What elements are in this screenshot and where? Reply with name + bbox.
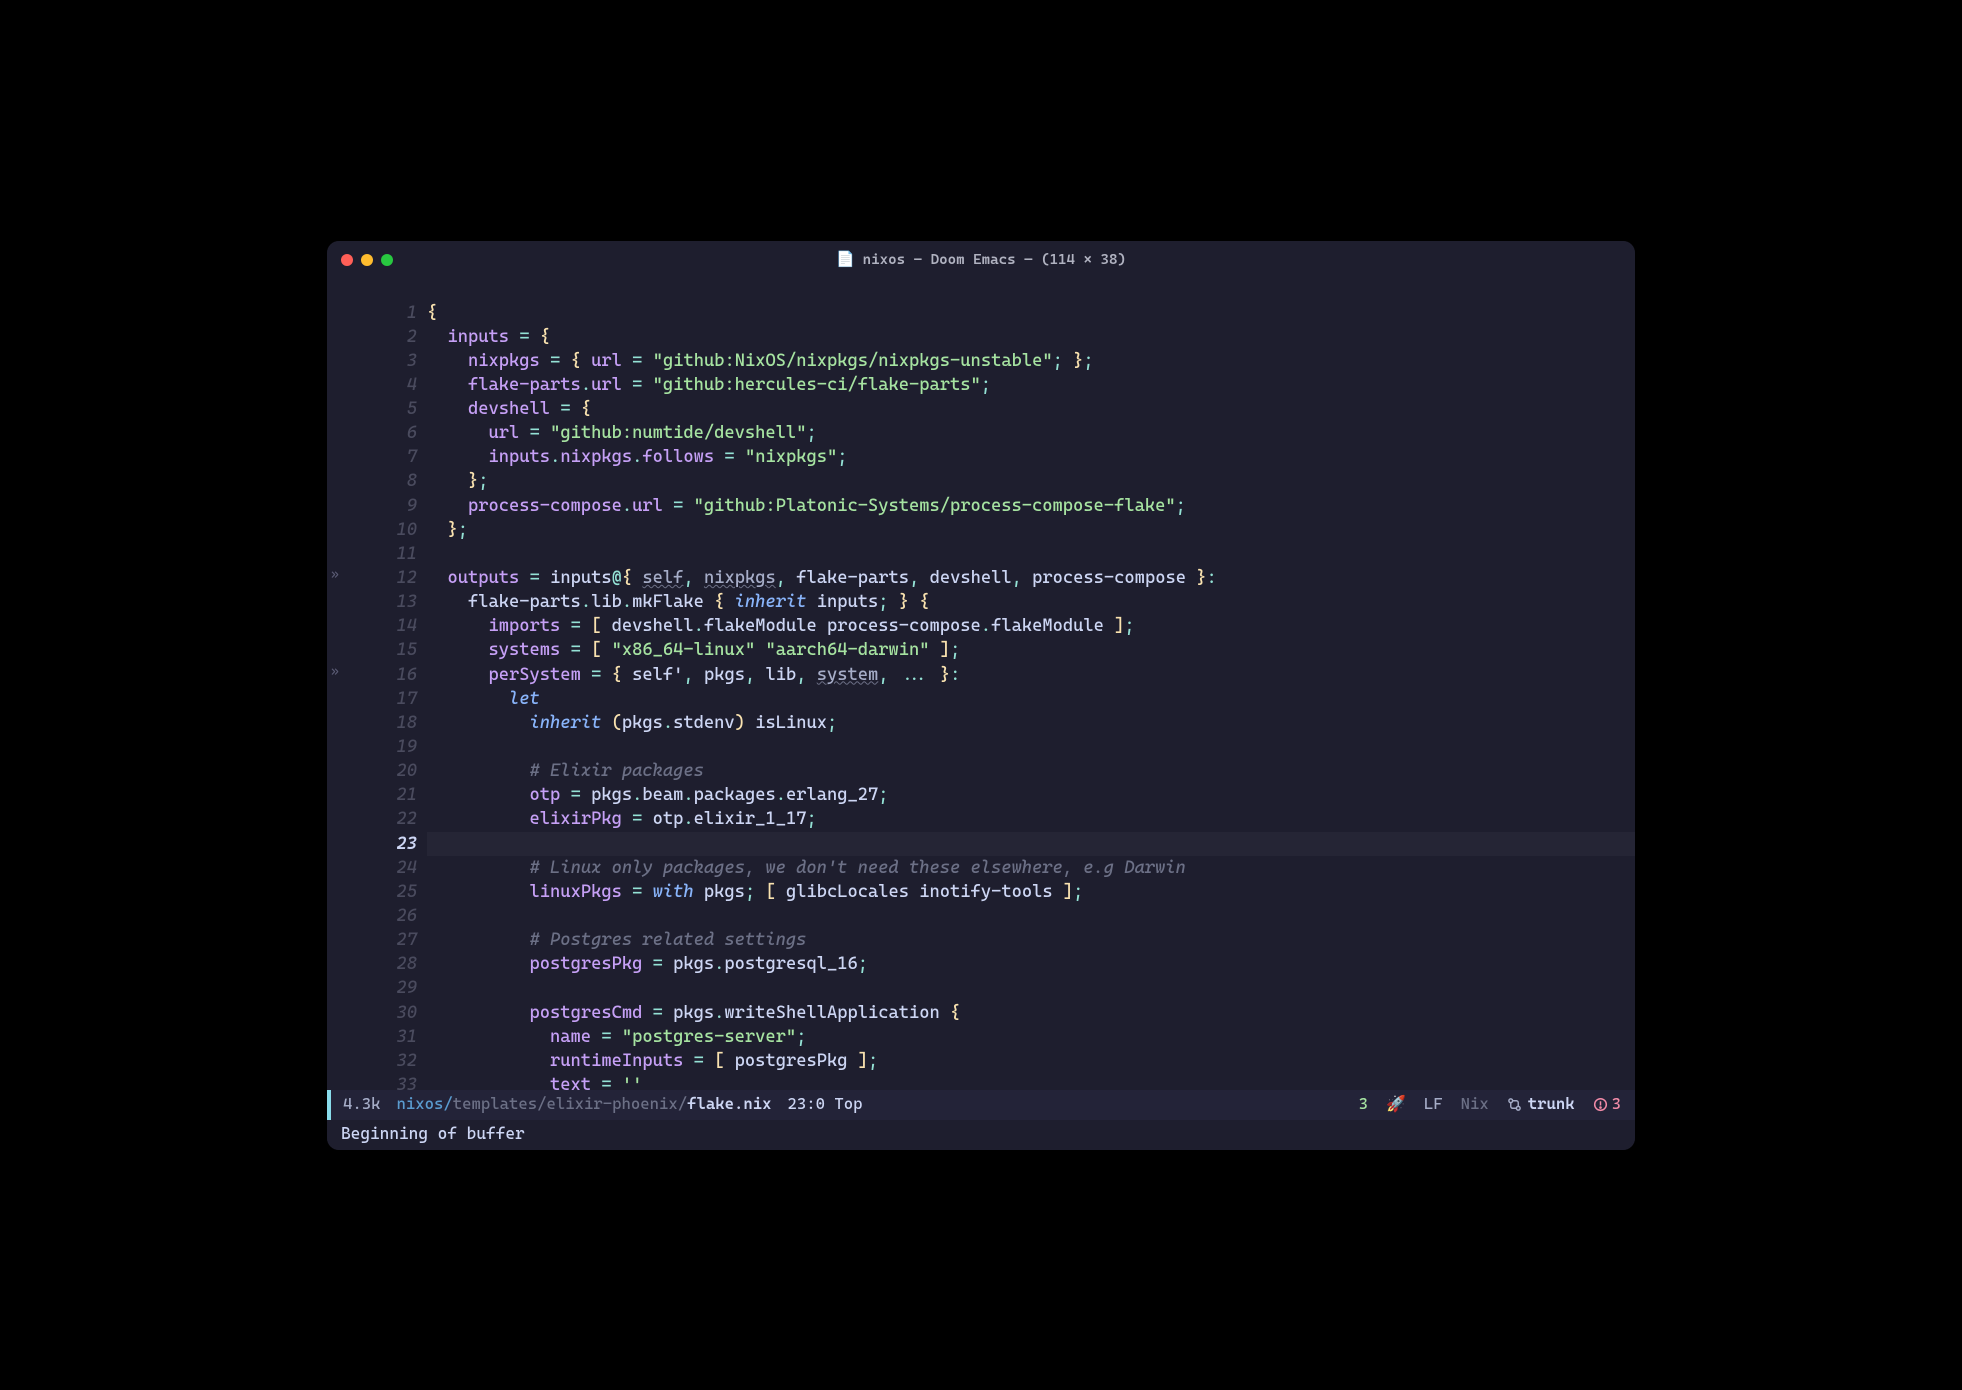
line-number: 5 [327, 397, 417, 421]
code-line[interactable]: flake-parts.url = "github:hercules-ci/fl… [427, 373, 1635, 397]
code-line[interactable]: url = "github:numtide/devshell"; [427, 421, 1635, 445]
modeline-right: 3 🚀 LF Nix trunk 3 [1359, 1093, 1635, 1115]
code-line[interactable]: text = '' [427, 1073, 1635, 1090]
code-line[interactable]: { [427, 301, 1635, 325]
line-number: 17 [327, 687, 417, 711]
line-number: 25 [327, 880, 417, 904]
code-line[interactable]: flake-parts.lib.mkFlake { inherit inputs… [427, 590, 1635, 614]
encoding: LF [1424, 1093, 1443, 1115]
line-number: 13 [327, 590, 417, 614]
code-line[interactable]: otp = pkgs.beam.packages.erlang_27; [427, 783, 1635, 807]
line-number: 3 [327, 349, 417, 373]
buffer-size: 4.3k [343, 1093, 381, 1115]
line-number: 27 [327, 928, 417, 952]
code-line[interactable]: outputs = inputs@{ self, nixpkgs, flake-… [427, 566, 1635, 590]
window-title: 📄 nixos – Doom Emacs — (114 × 38) [836, 249, 1126, 270]
code-line[interactable]: }; [427, 518, 1635, 542]
line-number: 23 [327, 832, 417, 856]
line-number: 1 [327, 301, 417, 325]
code-line[interactable]: # Linux only packages, we don't need the… [427, 856, 1635, 880]
code-line[interactable]: inputs.nixpkgs.follows = "nixpkgs"; [427, 445, 1635, 469]
code-line[interactable] [427, 976, 1635, 1000]
line-number: 22 [327, 807, 417, 831]
line-number: 8 [327, 469, 417, 493]
line-number: 7 [327, 445, 417, 469]
editor-window: 📄 nixos – Doom Emacs — (114 × 38) 1 2 3 … [327, 241, 1635, 1150]
line-number: 15 [327, 638, 417, 662]
line-number: 2 [327, 325, 417, 349]
code-line[interactable] [427, 735, 1635, 759]
error-icon [1593, 1097, 1608, 1112]
vc-branch: trunk [1507, 1093, 1575, 1115]
line-number: »12 [327, 566, 417, 590]
code-content[interactable]: { inputs = { nixpkgs = { url = "github:N… [427, 301, 1635, 1090]
code-line[interactable]: }; [427, 469, 1635, 493]
code-line[interactable]: let [427, 687, 1635, 711]
line-number: 20 [327, 759, 417, 783]
code-line[interactable]: name = "postgres-server"; [427, 1025, 1635, 1049]
code-line[interactable]: devshell = { [427, 397, 1635, 421]
fold-indicator-icon[interactable]: » [331, 663, 339, 681]
code-line[interactable]: nixpkgs = { url = "github:NixOS/nixpkgs/… [427, 349, 1635, 373]
rocket-icon: 🚀 [1386, 1093, 1406, 1115]
fold-indicator-icon[interactable]: » [331, 566, 339, 584]
line-number: 11 [327, 542, 417, 566]
title-text: nixos – Doom Emacs — (114 × 38) [863, 250, 1126, 270]
code-line[interactable] [427, 904, 1635, 928]
code-line[interactable]: # Elixir packages [427, 759, 1635, 783]
echo-area: Beginning of buffer [327, 1120, 1635, 1150]
code-line[interactable]: inputs = { [427, 325, 1635, 349]
code-line[interactable]: systems = [ "x86_64-linux" "aarch64-darw… [427, 638, 1635, 662]
line-number: 21 [327, 783, 417, 807]
code-line[interactable]: # Postgres related settings [427, 928, 1635, 952]
line-number: 19 [327, 735, 417, 759]
code-line[interactable]: postgresCmd = pkgs.writeShellApplication… [427, 1001, 1635, 1025]
modeline-accent-bar [327, 1090, 331, 1120]
major-mode: Nix [1461, 1093, 1489, 1115]
line-number: 6 [327, 421, 417, 445]
line-number: 28 [327, 952, 417, 976]
error-count: 3 [1593, 1093, 1621, 1115]
code-line[interactable]: process-compose.url = "github:Platonic-S… [427, 494, 1635, 518]
code-line[interactable]: perSystem = { self', pkgs, lib, system, … [427, 663, 1635, 687]
cursor-position: 23:0 Top [788, 1093, 863, 1115]
editor-area[interactable]: 1 2 3 4 5 6 7 8 91011»12131415»161718192… [327, 279, 1635, 1090]
code-line[interactable]: linuxPkgs = with pkgs; [ glibcLocales in… [427, 880, 1635, 904]
line-number: 18 [327, 711, 417, 735]
line-number: 24 [327, 856, 417, 880]
code-line[interactable]: elixirPkg = otp.elixir_1_17; [427, 807, 1635, 831]
line-number: 4 [327, 373, 417, 397]
titlebar: 📄 nixos – Doom Emacs — (114 × 38) [327, 241, 1635, 279]
file-icon: 📄 [836, 249, 855, 270]
git-compare-icon [1507, 1097, 1522, 1112]
close-icon[interactable] [341, 254, 353, 266]
minimize-icon[interactable] [361, 254, 373, 266]
zoom-icon[interactable] [381, 254, 393, 266]
line-number: »16 [327, 663, 417, 687]
line-number: 9 [327, 494, 417, 518]
line-number: 26 [327, 904, 417, 928]
code-line[interactable]: imports = [ devshell.flakeModule process… [427, 614, 1635, 638]
line-number: 32 [327, 1049, 417, 1073]
code-line[interactable] [427, 832, 1635, 856]
code-line[interactable] [427, 542, 1635, 566]
line-number-gutter: 1 2 3 4 5 6 7 8 91011»12131415»161718192… [327, 301, 427, 1090]
line-number: 30 [327, 1001, 417, 1025]
line-number: 31 [327, 1025, 417, 1049]
traffic-lights [341, 254, 393, 266]
line-number: 14 [327, 614, 417, 638]
modeline: 4.3k nixos/templates/elixir-phoenix/flak… [327, 1090, 1635, 1120]
code-line[interactable]: runtimeInputs = [ postgresPkg ]; [427, 1049, 1635, 1073]
line-number: 29 [327, 976, 417, 1000]
code-line[interactable]: inherit (pkgs.stdenv) isLinux; [427, 711, 1635, 735]
line-number: 33 [327, 1073, 417, 1090]
lsp-count: 3 [1359, 1093, 1368, 1115]
buffer-path: nixos/templates/elixir-phoenix/flake.nix [397, 1093, 772, 1115]
line-number: 10 [327, 518, 417, 542]
code-line[interactable]: postgresPkg = pkgs.postgresql_16; [427, 952, 1635, 976]
